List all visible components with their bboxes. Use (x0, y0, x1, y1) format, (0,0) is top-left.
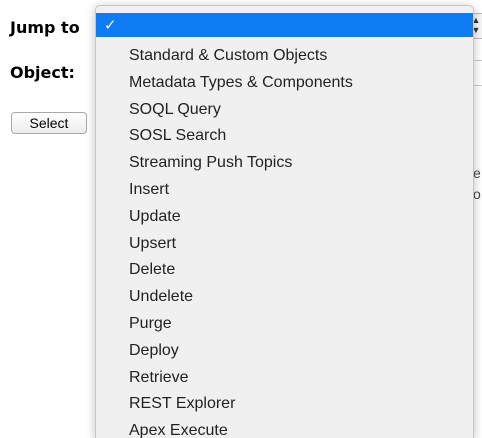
menu-item-label: Apex Execute (129, 422, 228, 438)
menu-item-label: Insert (129, 181, 170, 198)
menu-item[interactable]: Purge (96, 311, 473, 337)
menu-item[interactable]: Streaming Push Topics (96, 150, 473, 176)
menu-item[interactable]: Insert (96, 177, 473, 203)
menu-item-label: Update (129, 207, 181, 225)
menu-item[interactable]: Delete (96, 257, 473, 283)
menu-item[interactable]: Apex Execute (96, 418, 473, 438)
checkmark-icon: ✓ (104, 16, 117, 34)
menu-item-label: SOQL Query (129, 100, 221, 118)
menu-item[interactable]: REST Explorer (96, 391, 473, 417)
menu-item[interactable]: Deploy (96, 338, 473, 364)
menu-item[interactable]: SOSL Search (96, 123, 473, 149)
object-label: Object: (10, 63, 75, 82)
menu-item[interactable]: SOQL Query (96, 97, 473, 123)
menu-item-label: REST Explorer (129, 395, 236, 413)
menu-item-label: Metadata Types & Components (129, 73, 353, 91)
jump-to-dropdown-menu[interactable]: ✓ Standard & Custom Objects Metadata Type… (95, 5, 474, 438)
menu-item[interactable]: Undelete (96, 284, 473, 310)
background-text: e (473, 165, 481, 181)
menu-item-blank-selected[interactable]: ✓ (96, 13, 473, 37)
menu-item-label: Retrieve (129, 368, 189, 386)
menu-item[interactable]: Upsert (96, 231, 473, 257)
menu-item-label: Undelete (129, 288, 194, 306)
menu-item[interactable]: Standard & Custom Objects (96, 43, 473, 69)
select-button[interactable]: Select (11, 112, 87, 134)
menu-item[interactable]: Update (96, 204, 473, 230)
background-text: o (473, 186, 481, 202)
menu-item[interactable]: Metadata Types & Components (96, 70, 473, 96)
menu-item[interactable]: Retrieve (96, 365, 473, 391)
menu-item-label: Standard & Custom Objects (129, 47, 328, 64)
menu-item-label: Deploy (129, 341, 179, 359)
jump-to-label: Jump to (10, 18, 80, 37)
menu-item-label: Upsert (129, 234, 177, 252)
menu-item-label: Purge (129, 315, 172, 332)
menu-item-label: Streaming Push Topics (129, 154, 293, 172)
menu-item-label: SOSL Search (129, 127, 227, 145)
menu-item-label: Delete (129, 261, 176, 279)
